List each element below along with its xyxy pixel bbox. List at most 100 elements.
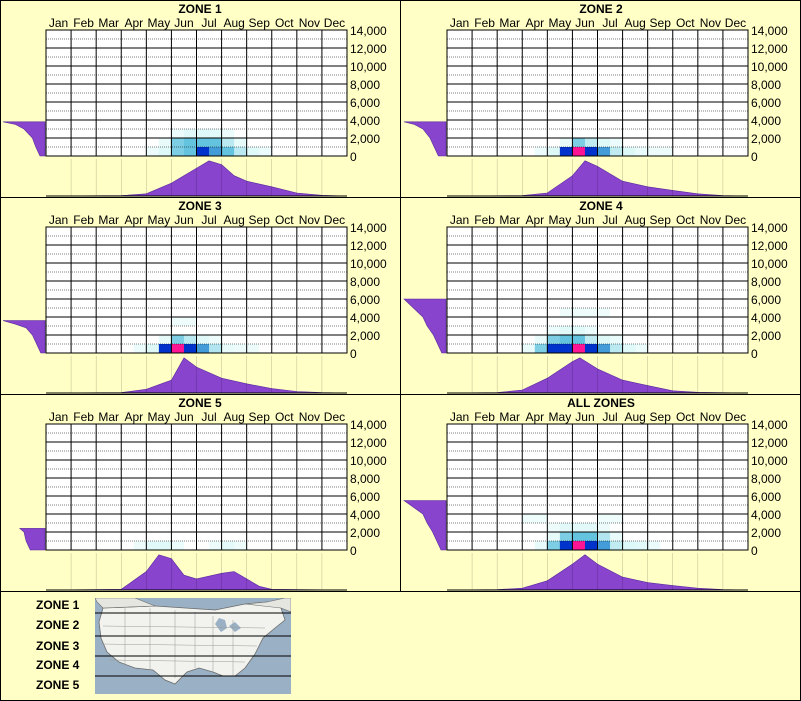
- heat-cell: [622, 147, 648, 156]
- elevation-density-curve: [403, 298, 447, 354]
- zone-4-chart: ZONE 4 Jan Feb Mar Apr May Jun Jul Aug Sep Oct Nov D…: [403, 199, 788, 394]
- chart-title: ALL ZONES: [567, 396, 635, 410]
- y-tick-label: 8,000: [350, 472, 380, 486]
- y-tick-label: 4,000: [751, 114, 781, 128]
- month-label: Oct: [676, 410, 695, 424]
- month-label: Apr: [525, 410, 544, 424]
- heat-cell: [597, 335, 623, 344]
- chart-title: ZONE 2: [579, 2, 623, 16]
- month-label: Jan: [49, 410, 68, 424]
- us-map-graphic: [95, 598, 291, 694]
- month-label: Sep: [650, 16, 672, 30]
- month-label: May: [148, 16, 171, 30]
- y-tick-label: 14,000: [350, 418, 387, 432]
- y-tick-label: 2,000: [751, 526, 781, 540]
- month-label: Dec: [725, 213, 746, 227]
- panel-all-zones: ALL ZONES Jan Feb Mar Apr May Jun Jul Aug Sep Oct N…: [401, 394, 801, 591]
- zone-3-chart: ZONE 3 Jan Feb Mar Apr May Jun Jul Aug Sep Oct Nov D…: [2, 199, 387, 394]
- legend-zone-3: ZONE 3: [36, 639, 80, 653]
- y-tick-label: 14,000: [751, 418, 788, 432]
- zone-1-chart: ZONE 1 Jan Feb Mar Apr May Jun Jul Aug Sep Oct Nov D…: [2, 2, 387, 197]
- y-tick-label: 4,000: [751, 311, 781, 325]
- chart-title: ZONE 5: [178, 396, 222, 410]
- y-tick-label: 14,000: [350, 221, 387, 235]
- heat-cell: [597, 514, 623, 523]
- y-tick-label: 10,000: [350, 454, 387, 468]
- panel-zone-5: ZONE 5 Jan Feb Mar Apr May Jun Jul Aug Sep Oct Nov D…: [0, 394, 400, 591]
- y-tick-label: 12,000: [751, 239, 788, 253]
- month-label: May: [549, 16, 572, 30]
- y-tick-label: 6,000: [350, 490, 380, 504]
- month-label: Oct: [275, 410, 294, 424]
- panel-zone-2: ZONE 2 Jan Feb Mar Apr May Jun Jul Aug Sep Oct Nov D…: [401, 0, 801, 197]
- month-label: Apr: [124, 410, 143, 424]
- month-label: Jul: [201, 213, 216, 227]
- y-tick-label: 14,000: [751, 24, 788, 38]
- month-label: Oct: [676, 213, 695, 227]
- month-label: Mar: [98, 213, 119, 227]
- month-label: Mar: [499, 213, 520, 227]
- month-label: Aug: [624, 16, 645, 30]
- month-label: Aug: [223, 213, 244, 227]
- y-tick-label: 0: [751, 150, 758, 164]
- heat-cell: [196, 335, 222, 344]
- month-label: Mar: [98, 16, 119, 30]
- month-label: Nov: [700, 410, 721, 424]
- y-tick-label: 8,000: [350, 78, 380, 92]
- y-tick-label: 2,000: [350, 329, 380, 343]
- month-label: Jun: [174, 16, 193, 30]
- y-tick-label: 4,000: [350, 114, 380, 128]
- month-label: Jun: [174, 213, 193, 227]
- y-tick-label: 12,000: [350, 436, 387, 450]
- month-label: Jan: [49, 16, 68, 30]
- month-label: Aug: [624, 213, 645, 227]
- month-label: Aug: [223, 16, 244, 30]
- y-tick-label: 2,000: [751, 132, 781, 146]
- month-label: Jan: [450, 16, 469, 30]
- month-label: Oct: [275, 213, 294, 227]
- month-label: Mar: [98, 410, 119, 424]
- month-label: Jun: [575, 16, 594, 30]
- y-tick-label: 0: [751, 544, 758, 558]
- y-tick-label: 10,000: [350, 257, 387, 271]
- month-label: Sep: [650, 410, 672, 424]
- month-label: Jun: [575, 213, 594, 227]
- month-label: Feb: [474, 213, 495, 227]
- month-label: Jul: [201, 16, 216, 30]
- month-label: Jul: [602, 16, 617, 30]
- month-label: Mar: [499, 410, 520, 424]
- month-label: Sep: [249, 213, 271, 227]
- y-tick-label: 2,000: [751, 329, 781, 343]
- y-tick-label: 4,000: [751, 508, 781, 522]
- heat-cell: [221, 138, 247, 147]
- month-label: Jan: [450, 213, 469, 227]
- y-tick-label: 12,000: [350, 42, 387, 56]
- y-tick-label: 14,000: [751, 221, 788, 235]
- month-label: Dec: [324, 213, 345, 227]
- y-tick-label: 10,000: [751, 60, 788, 74]
- month-label: Oct: [275, 16, 294, 30]
- month-label: May: [549, 213, 572, 227]
- month-label: Aug: [624, 410, 645, 424]
- panel-zone-1: ZONE 1 Jan Feb Mar Apr May Jun Jul Aug Sep Oct Nov D…: [0, 0, 400, 197]
- month-label: Apr: [124, 213, 143, 227]
- month-label: Jul: [201, 410, 216, 424]
- month-label: Feb: [73, 213, 94, 227]
- month-label: Sep: [249, 16, 271, 30]
- y-tick-label: 2,000: [350, 132, 380, 146]
- panel-zone-4: ZONE 4 Jan Feb Mar Apr May Jun Jul Aug Sep Oct Nov D…: [401, 197, 801, 394]
- month-label: Nov: [299, 213, 320, 227]
- all-zones-chart: ALL ZONES Jan Feb Mar Apr May Jun Jul Aug Sep Oct N…: [403, 396, 788, 591]
- y-tick-label: 6,000: [751, 96, 781, 110]
- y-tick-label: 4,000: [350, 311, 380, 325]
- chart-title: ZONE 1: [178, 2, 222, 16]
- month-label: Mar: [499, 16, 520, 30]
- y-tick-label: 0: [350, 544, 357, 558]
- y-tick-label: 2,000: [350, 526, 380, 540]
- month-label: Jun: [575, 410, 594, 424]
- month-label: Apr: [124, 16, 143, 30]
- zone-5-chart: ZONE 5 Jan Feb Mar Apr May Jun Jul Aug Sep Oct Nov D…: [18, 396, 387, 591]
- month-label: Nov: [299, 410, 320, 424]
- legend-zone-5: ZONE 5: [36, 678, 80, 692]
- elevation-density-curve: [403, 121, 447, 157]
